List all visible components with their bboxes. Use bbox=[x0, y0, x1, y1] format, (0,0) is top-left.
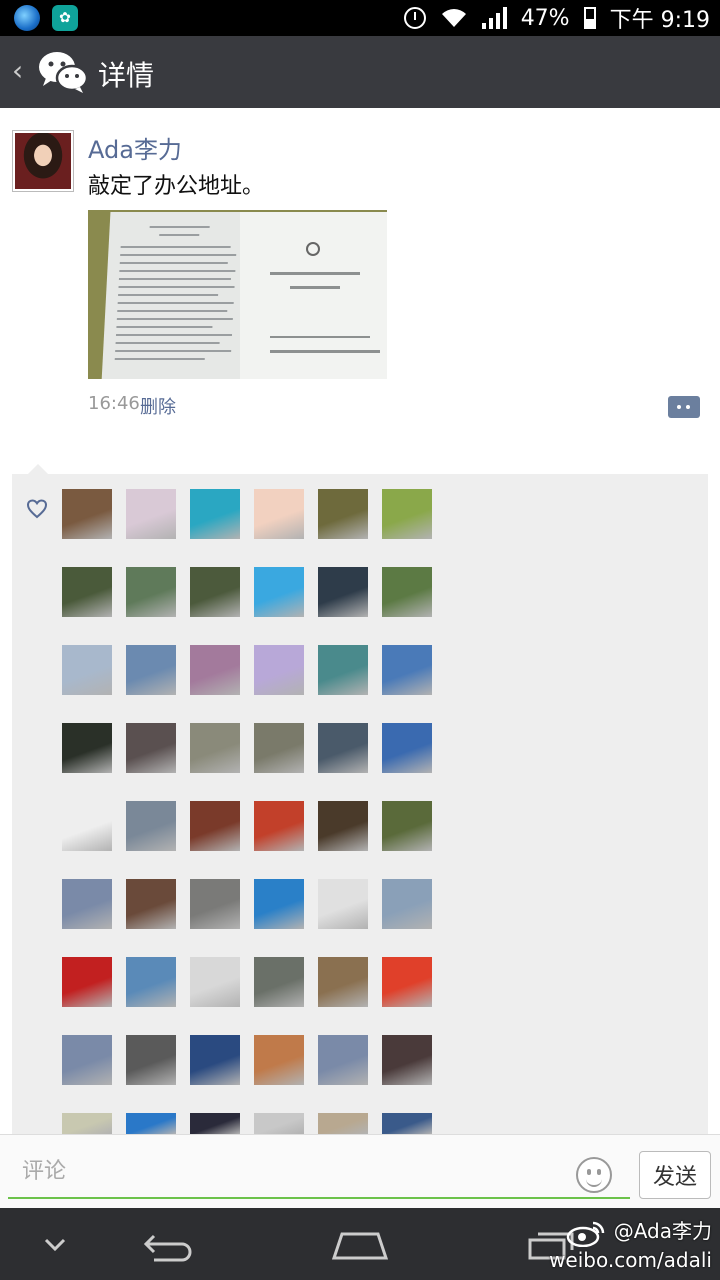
liker-avatar[interactable] bbox=[382, 723, 432, 773]
wechat-logo-icon[interactable] bbox=[38, 50, 88, 94]
liker-avatar[interactable] bbox=[254, 645, 304, 695]
collapse-chevron-icon[interactable] bbox=[40, 1222, 70, 1266]
liker-avatar[interactable] bbox=[62, 489, 112, 539]
liker-avatar[interactable] bbox=[62, 801, 112, 851]
likes-caret bbox=[28, 464, 48, 474]
liker-avatar[interactable] bbox=[254, 567, 304, 617]
document-page-right bbox=[240, 212, 387, 379]
liker-avatar[interactable] bbox=[382, 567, 432, 617]
comment-input-bar: 发送 bbox=[0, 1134, 720, 1208]
back-chevron-icon[interactable]: ‹ bbox=[12, 54, 23, 87]
liker-avatar[interactable] bbox=[126, 801, 176, 851]
send-button[interactable]: 发送 bbox=[639, 1151, 711, 1199]
liker-avatar[interactable] bbox=[318, 1113, 368, 1134]
liker-avatar[interactable] bbox=[254, 1035, 304, 1085]
post-text: 敲定了办公地址。 bbox=[88, 174, 265, 199]
liker-avatar[interactable] bbox=[190, 489, 240, 539]
weibo-logo-icon bbox=[567, 1221, 605, 1247]
wifi-icon bbox=[441, 9, 466, 27]
liker-avatar[interactable] bbox=[62, 723, 112, 773]
status-bar: ✿ 47% 下午 9:19 bbox=[0, 0, 720, 36]
liker-avatar[interactable] bbox=[318, 1035, 368, 1085]
page-title: 详情 bbox=[98, 59, 155, 92]
liker-avatar[interactable] bbox=[382, 489, 432, 539]
battery-icon bbox=[583, 7, 596, 29]
liker-avatar[interactable] bbox=[254, 879, 304, 929]
liker-avatar[interactable] bbox=[318, 489, 368, 539]
comment-more-icon[interactable] bbox=[668, 396, 700, 418]
liker-avatar[interactable] bbox=[382, 1035, 432, 1085]
battery-percent: 47% bbox=[520, 5, 570, 31]
liker-avatar[interactable] bbox=[254, 723, 304, 773]
watermark-url: weibo.com/adali bbox=[549, 1247, 712, 1272]
weibo-watermark: @Ada李力 weibo.com/adali bbox=[549, 1218, 712, 1273]
liker-avatar[interactable] bbox=[190, 1113, 240, 1134]
liker-avatar[interactable] bbox=[318, 879, 368, 929]
delete-link[interactable]: 删除 bbox=[140, 393, 176, 419]
liker-avatar[interactable] bbox=[190, 723, 240, 773]
liker-avatar[interactable] bbox=[126, 1035, 176, 1085]
status-right: 47% 下午 9:19 bbox=[403, 0, 710, 36]
smiley-icon[interactable] bbox=[576, 1157, 612, 1193]
liker-avatar[interactable] bbox=[62, 567, 112, 617]
liker-avatar[interactable] bbox=[382, 801, 432, 851]
liker-avatar[interactable] bbox=[382, 1113, 432, 1134]
liker-avatar[interactable] bbox=[190, 801, 240, 851]
document-page-left bbox=[101, 212, 251, 379]
liker-avatar[interactable] bbox=[62, 1035, 112, 1085]
liker-avatar[interactable] bbox=[126, 957, 176, 1007]
liker-avatar[interactable] bbox=[126, 567, 176, 617]
comment-input[interactable] bbox=[8, 1145, 630, 1199]
signal-icon bbox=[481, 7, 507, 29]
liker-avatar[interactable] bbox=[190, 879, 240, 929]
liker-avatar[interactable] bbox=[318, 801, 368, 851]
post-time: 16:46 bbox=[88, 393, 140, 414]
liker-avatar[interactable] bbox=[254, 801, 304, 851]
liker-avatar[interactable] bbox=[126, 879, 176, 929]
liker-avatar[interactable] bbox=[126, 1113, 176, 1134]
huawei-app-icon: ✿ bbox=[52, 5, 78, 31]
title-bar: ‹ 详情 bbox=[0, 36, 720, 108]
heart-icon bbox=[26, 499, 48, 519]
liker-avatar[interactable] bbox=[382, 957, 432, 1007]
liker-avatar[interactable] bbox=[318, 645, 368, 695]
liker-avatar[interactable] bbox=[62, 879, 112, 929]
liker-avatar[interactable] bbox=[62, 645, 112, 695]
liker-avatar[interactable] bbox=[62, 1113, 112, 1134]
liker-avatar[interactable] bbox=[254, 957, 304, 1007]
author-avatar[interactable] bbox=[12, 130, 74, 192]
liker-avatar[interactable] bbox=[382, 645, 432, 695]
back-nav-icon[interactable] bbox=[140, 1222, 196, 1266]
liker-avatar[interactable] bbox=[318, 957, 368, 1007]
liker-avatar[interactable] bbox=[126, 645, 176, 695]
watermark-handle: @Ada李力 bbox=[613, 1219, 712, 1243]
liker-avatar[interactable] bbox=[318, 567, 368, 617]
home-nav-icon[interactable] bbox=[330, 1222, 390, 1266]
author-name[interactable]: Ada李力 bbox=[88, 130, 182, 165]
liker-avatar[interactable] bbox=[62, 957, 112, 1007]
alarm-icon bbox=[403, 7, 426, 29]
status-left: ✿ bbox=[14, 5, 78, 31]
liker-avatar[interactable] bbox=[254, 489, 304, 539]
status-time: 下午 9:19 bbox=[609, 8, 710, 33]
liker-avatar[interactable] bbox=[318, 723, 368, 773]
liker-avatar[interactable] bbox=[190, 957, 240, 1007]
liker-avatar[interactable] bbox=[254, 1113, 304, 1134]
liker-avatar[interactable] bbox=[190, 1035, 240, 1085]
liker-avatar[interactable] bbox=[190, 567, 240, 617]
liker-avatar[interactable] bbox=[190, 645, 240, 695]
post-photo[interactable] bbox=[88, 210, 387, 379]
globe-app-icon bbox=[14, 5, 40, 31]
liker-avatar[interactable] bbox=[126, 723, 176, 773]
liker-avatar[interactable] bbox=[126, 489, 176, 539]
liker-avatar[interactable] bbox=[382, 879, 432, 929]
